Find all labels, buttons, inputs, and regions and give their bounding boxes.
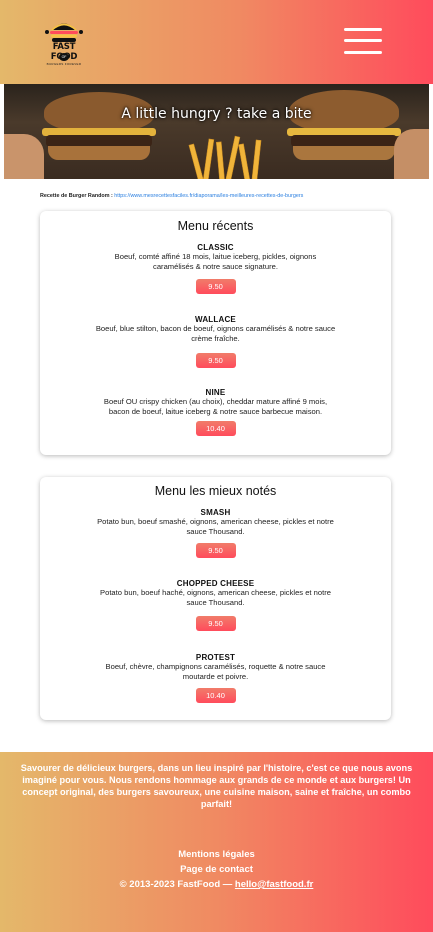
footer-description: Savourer de délicieux burgers, dans un l… (20, 763, 413, 809)
item-description: Potato bun, boeuf haché, oignons, americ… (100, 588, 331, 607)
legal-notice-link[interactable]: Mentions légales (178, 849, 255, 860)
logo-tagline: BURGERS FOREVER (46, 62, 82, 66)
email-link[interactable]: hello@fastfood.fr (235, 879, 313, 890)
item-name: WALLACE (195, 315, 236, 324)
item-name: PROTEST (195, 653, 236, 662)
recipe-link[interactable]: https://www.mesrecettesfaciles.fr/diapor… (114, 193, 303, 199)
recipe-label: Recette de Burger Random : (40, 193, 113, 199)
price-button[interactable]: 9.50 (195, 279, 236, 294)
item-name: SMASH (200, 508, 231, 517)
menu-item-chopped-cheese: CHOPPED CHEESE Potato bun, boeuf haché, … (40, 579, 391, 631)
menu-item-smash: SMASH Potato bun, boeuf smashé, oignons,… (40, 508, 391, 558)
hero-hand-right (394, 129, 429, 179)
item-description: Boeuf, chèvre, champignons caramélisés, … (105, 662, 326, 681)
item-name: CLASSIC (197, 243, 234, 252)
menu-item-wallace: WALLACE Boeuf, blue stilton, bacon de bo… (40, 315, 391, 368)
logo-badge: OF (59, 53, 69, 61)
menu-item-classic: CLASSIC Boeuf, comté affiné 18 mois, lai… (40, 243, 391, 294)
footer-links: Mentions légales Page de contact © 2013-… (0, 847, 433, 892)
contact-page-link[interactable]: Page de contact (180, 864, 253, 875)
menu-item-nine: NINE Boeuf OU crispy chicken (au choix),… (40, 388, 391, 436)
item-description: Potato bun, boeuf smashé, oignons, ameri… (97, 517, 334, 536)
fries-image (188, 135, 262, 179)
item-name: NINE (205, 388, 226, 397)
site-footer: Savourer de délicieux burgers, dans un l… (0, 752, 433, 932)
copyright-text: © 2013-2023 FastFood — (119, 879, 235, 890)
hero-title: A little hungry ? take a bite (121, 106, 312, 122)
fastfood-logo[interactable]: FAST FOOD OF BURGERS FOREVER (40, 18, 88, 70)
top-rated-menu-title: Menu les mieux notés (154, 484, 277, 498)
recent-menu-card: Menu récents CLASSIC Boeuf, comté affiné… (40, 211, 391, 455)
recent-menu-title: Menu récents (177, 219, 254, 233)
hero-banner: A little hungry ? take a bite (4, 84, 429, 179)
top-rated-menu-card: Menu les mieux notés SMASH Potato bun, b… (40, 477, 391, 720)
price-button[interactable]: 9.50 (195, 616, 236, 631)
item-description: Boeuf, comté affiné 18 mois, laitue iceb… (114, 252, 317, 271)
burger-logo-icon (45, 23, 83, 42)
item-description: Boeuf OU crispy chicken (au choix), ched… (103, 397, 328, 416)
price-button[interactable]: 9.50 (195, 353, 236, 368)
recipe-line: Recette de Burger Random : https://www.m… (40, 193, 303, 199)
menu-item-protest: PROTEST Boeuf, chèvre, champignons caram… (40, 653, 391, 703)
hamburger-menu-icon[interactable] (344, 24, 384, 58)
item-name: CHOPPED CHEESE (176, 579, 255, 588)
item-description: Boeuf, blue stilton, bacon de boeuf, oig… (95, 324, 336, 343)
hero-hand-left (4, 134, 44, 179)
price-button[interactable]: 10.40 (195, 421, 236, 436)
site-header: FAST FOOD OF BURGERS FOREVER (0, 0, 433, 84)
price-button[interactable]: 9.50 (195, 543, 236, 558)
price-button[interactable]: 10.40 (195, 688, 236, 703)
